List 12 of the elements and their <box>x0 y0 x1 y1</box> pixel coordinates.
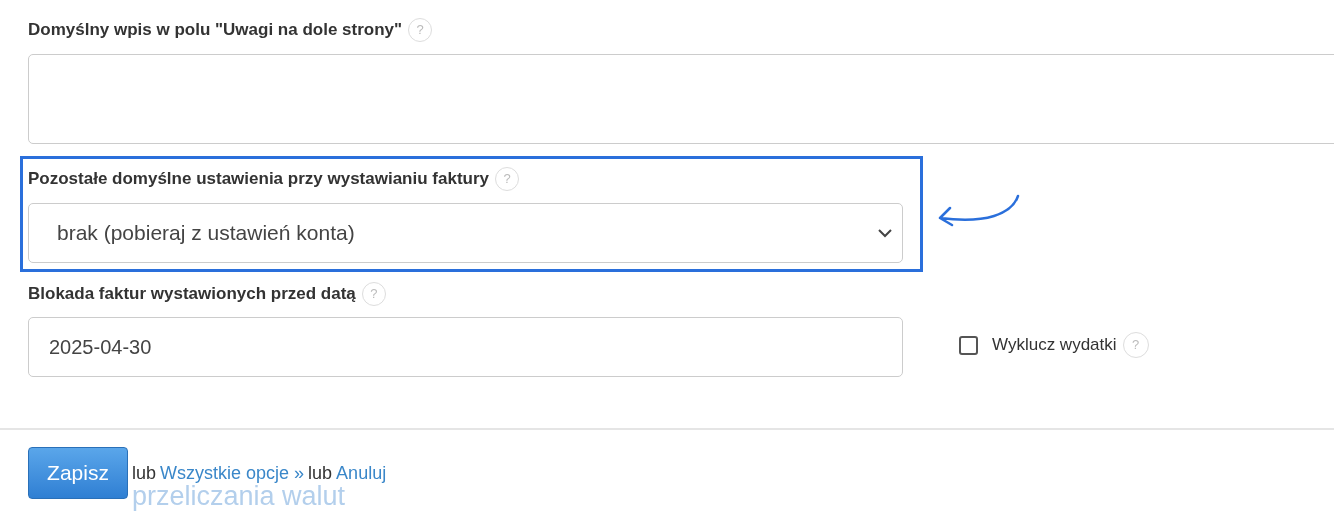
date-input[interactable]: 2025-04-30 <box>28 317 903 377</box>
checkbox-label: Wyklucz wydatki <box>992 334 1117 357</box>
or-text: lub <box>132 461 157 485</box>
chevron-down-icon <box>878 228 892 238</box>
checkbox[interactable] <box>959 335 978 355</box>
save-button[interactable]: Zapisz <box>28 447 128 499</box>
settings-dropdown[interactable]: brak (pobieraj z ustawień konta) <box>28 203 903 263</box>
curved-arrow-icon <box>936 194 1020 228</box>
field-label: Domyślny wpis w polu "Uwagi na dole strony" <box>28 19 403 42</box>
field-label: Blokada faktur wystawionych przed datą <box>28 283 356 306</box>
or-text: lub <box>308 461 333 485</box>
field-label: Pozostałe domyślne ustawienia przy wystawianiu faktury <box>28 168 490 191</box>
